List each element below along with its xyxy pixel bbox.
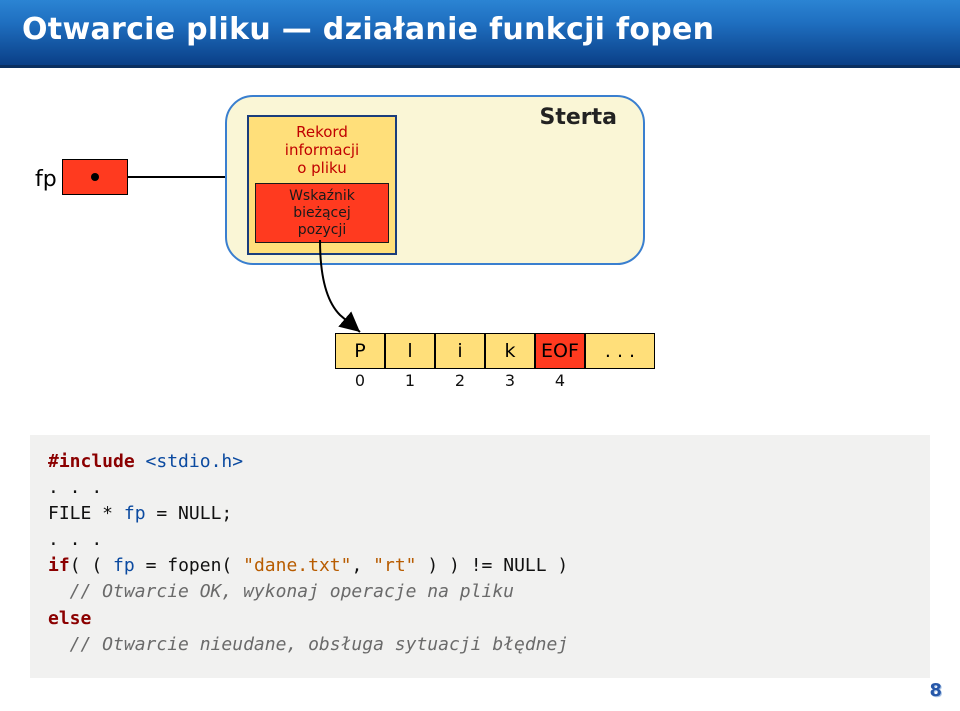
- fp-pointer-box: [62, 159, 128, 195]
- file-buffer-strip: P l i k EOF . . . 0 1 2 3 4: [335, 333, 655, 390]
- heap-region: Sterta Rekord informacji o pliku Wskaźni…: [225, 95, 645, 265]
- file-record-box: Rekord informacji o pliku Wskaźnik bieżą…: [247, 115, 397, 255]
- position-pointer-box: Wskaźnik bieżącej pozycji: [255, 183, 389, 243]
- pointer-dot-icon: [91, 173, 99, 181]
- buf-cell: l: [385, 333, 435, 369]
- buf-index: 0: [335, 371, 385, 390]
- diagram-area: fp Sterta Rekord informacji o pliku Wska…: [0, 85, 960, 415]
- buf-cell: k: [485, 333, 535, 369]
- buf-cell-trail: . . .: [585, 333, 655, 369]
- buf-index: 2: [435, 371, 485, 390]
- record-title: Rekord informacji o pliku: [255, 123, 389, 177]
- buf-index: 1: [385, 371, 435, 390]
- heap-label: Sterta: [540, 105, 618, 130]
- buf-index: 4: [535, 371, 585, 390]
- buf-cell-eof: EOF: [535, 333, 585, 369]
- code-snippet: #include <stdio.h> . . . FILE * fp = NUL…: [30, 435, 930, 678]
- fp-label: fp: [35, 167, 57, 192]
- buf-cell: P: [335, 333, 385, 369]
- slide-title: Otwarcie pliku — działanie funkcji fopen: [0, 0, 960, 59]
- buf-index: 3: [485, 371, 535, 390]
- title-bar: Otwarcie pliku — działanie funkcji fopen: [0, 0, 960, 68]
- buf-cell: i: [435, 333, 485, 369]
- page-number: 8: [929, 680, 942, 701]
